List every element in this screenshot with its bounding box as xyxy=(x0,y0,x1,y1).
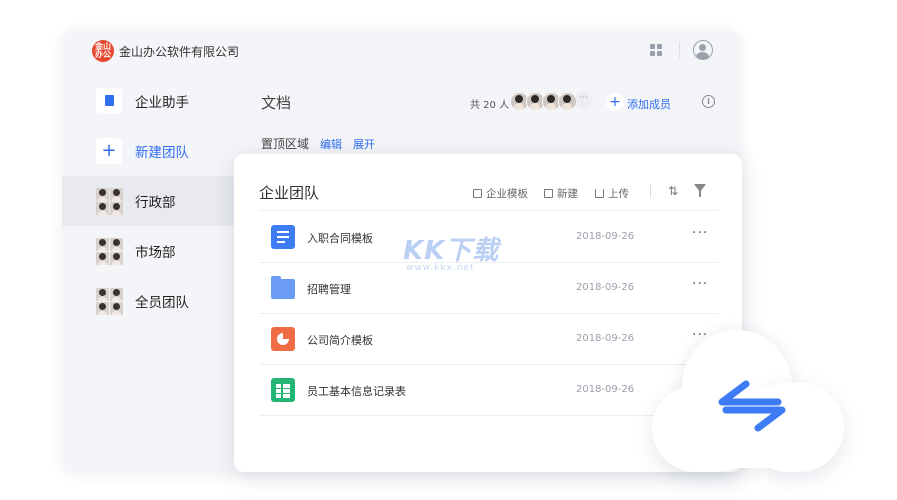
team-avatar-icon xyxy=(96,288,123,315)
folder-icon xyxy=(271,276,295,299)
divider xyxy=(679,42,680,58)
chevron-down-icon[interactable]: ▾ xyxy=(230,46,234,55)
file-date: 2018-09-26 xyxy=(576,282,635,293)
toolbar-label: 企业模板 xyxy=(486,188,528,200)
sidebar-item-new-team[interactable]: + 新建团队 xyxy=(62,126,238,176)
spreadsheet-icon xyxy=(271,378,295,402)
template-icon xyxy=(473,189,482,198)
file-name: 入职合同模板 xyxy=(307,232,373,245)
file-date: 2018-09-26 xyxy=(576,333,635,344)
upload-button[interactable]: 上传 xyxy=(595,186,629,201)
file-name: 招聘管理 xyxy=(307,283,351,296)
sidebar-item-marketing-dept[interactable]: 市场部 xyxy=(62,226,238,276)
sidebar-item-label: 行政部 xyxy=(135,195,176,211)
info-icon[interactable]: i xyxy=(702,95,715,108)
divider xyxy=(650,184,651,198)
upload-icon xyxy=(595,189,604,198)
add-member-button[interactable]: 添加成员 xyxy=(627,96,671,112)
presentation-icon xyxy=(271,327,295,351)
file-date: 2018-09-26 xyxy=(576,384,635,395)
add-member-plus-icon[interactable]: + xyxy=(606,93,624,111)
sidebar-item-admin-dept[interactable]: 行政部 xyxy=(62,176,238,226)
avatar xyxy=(558,92,577,111)
file-row[interactable]: 公司简介模板 2018-09-26 ··· xyxy=(259,313,719,365)
pinned-area-label: 置顶区域 xyxy=(261,137,310,151)
file-date: 2018-09-26 xyxy=(576,231,635,242)
sync-arrows-icon xyxy=(718,380,786,432)
sidebar-item-label: 新建团队 xyxy=(135,145,189,161)
more-options-icon[interactable]: ··· xyxy=(692,276,708,292)
pinned-expand-link[interactable]: 展开 xyxy=(353,136,375,152)
plus-icon: + xyxy=(96,138,122,164)
new-file-icon xyxy=(544,189,553,198)
more-members-icon[interactable]: ··· xyxy=(575,92,592,109)
watermark-logo: KK下载 xyxy=(403,236,500,266)
watermark-url: www.kkx.net xyxy=(406,263,475,273)
pinned-edit-link[interactable]: 编辑 xyxy=(320,136,342,152)
top-bar: 金山办公 金山办公软件有限公司 ▾ xyxy=(62,30,740,72)
team-avatar-icon xyxy=(96,188,123,215)
member-count: 共 20 人 xyxy=(470,100,510,111)
toolbar-label: 新建 xyxy=(557,188,578,200)
sidebar-item-label: 市场部 xyxy=(135,245,176,261)
document-icon xyxy=(271,225,295,249)
more-options-icon[interactable]: ··· xyxy=(692,225,708,241)
sidebar-item-all-staff[interactable]: 全员团队 xyxy=(62,276,238,326)
sort-icon[interactable]: ⇅ xyxy=(668,184,678,198)
company-logo: 金山办公 xyxy=(92,40,114,62)
cloud-sync-badge xyxy=(652,330,852,472)
sidebar: 企业助手 + 新建团队 行政部 市场部 全员团队 xyxy=(62,72,238,472)
company-switcher[interactable]: 金山办公软件有限公司 xyxy=(119,43,239,60)
sidebar-item-label: 企业助手 xyxy=(135,95,189,111)
team-avatar-icon xyxy=(96,238,123,265)
assistant-icon xyxy=(96,88,122,114)
panel-title: 企业团队 xyxy=(259,184,320,202)
sidebar-item-label: 全员团队 xyxy=(135,295,189,311)
new-file-button[interactable]: 新建 xyxy=(544,186,578,201)
apps-grid-icon[interactable] xyxy=(650,44,662,56)
file-row[interactable]: 员工基本信息记录表 2018-09-26 xyxy=(259,364,719,416)
file-name: 公司简介模板 xyxy=(307,334,373,347)
member-avatars[interactable]: ··· xyxy=(510,92,592,111)
user-avatar-icon[interactable] xyxy=(693,40,713,60)
file-row[interactable]: 招聘管理 2018-09-26 ··· xyxy=(259,262,719,314)
enterprise-template-button[interactable]: 企业模板 xyxy=(473,186,528,201)
sidebar-item-enterprise-assistant[interactable]: 企业助手 xyxy=(62,76,238,126)
filter-icon[interactable] xyxy=(694,184,706,197)
file-name: 员工基本信息记录表 xyxy=(307,385,406,398)
page-title: 文档 xyxy=(261,94,292,112)
toolbar-label: 上传 xyxy=(608,188,629,200)
